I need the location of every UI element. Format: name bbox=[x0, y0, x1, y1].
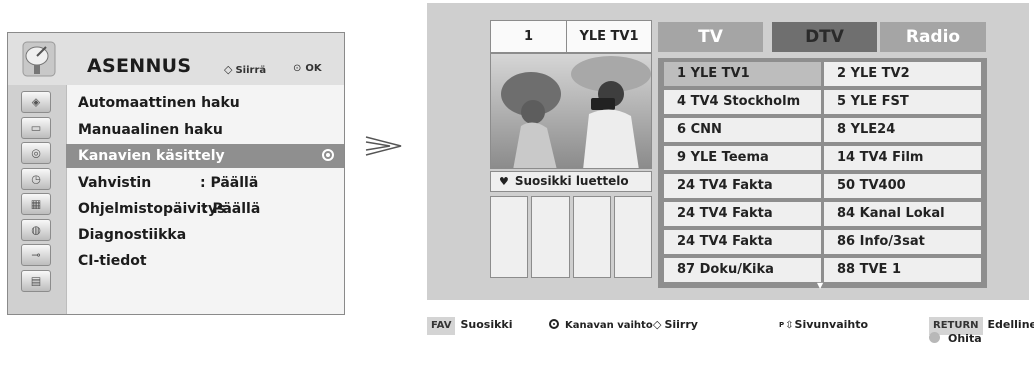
channel-item[interactable]: 87 Doku/Kika bbox=[664, 258, 821, 282]
scroll-down-arrow-icon[interactable]: ▼ bbox=[817, 281, 823, 290]
fav-key-icon: FAV bbox=[427, 317, 456, 335]
menu-item-value: : Päällä bbox=[202, 201, 261, 217]
legend-page-change: P⇳Sivunvaihto bbox=[779, 316, 868, 335]
menu-title: ASENNUS bbox=[87, 55, 192, 77]
preview-photo bbox=[491, 54, 651, 168]
menu-item-ci-info[interactable]: CI-tiedot bbox=[66, 249, 344, 273]
menu-item-label: Automaattinen haku bbox=[78, 95, 240, 111]
channel-list: 1 YLE TV1 2 YLE TV2 4 TV4 Stockholm 5 YL… bbox=[658, 58, 987, 288]
channel-item[interactable]: 8 YLE24 bbox=[824, 118, 981, 142]
menu-item-label: Diagnostiikka bbox=[78, 227, 187, 243]
menu-item-auto-search[interactable]: Automaattinen haku bbox=[66, 91, 344, 115]
setup-menu: ASENNUS ◇ Siirrä ⊙ OK ◈ ▭ ◎ ◷ ▦ ◍ ⊸ ▤ Auto… bbox=[7, 32, 345, 315]
legend-channel-change: Kanavan vaihto bbox=[549, 316, 653, 335]
channel-item[interactable]: 4 TV4 Stockholm bbox=[664, 90, 821, 114]
plug-icon[interactable]: ⊸ bbox=[21, 244, 51, 266]
channel-item[interactable]: 24 TV4 Fakta bbox=[664, 174, 821, 198]
channel-item[interactable]: 6 CNN bbox=[664, 118, 821, 142]
ok-hint-label: OK bbox=[305, 63, 322, 74]
p-key-icon: P bbox=[779, 321, 785, 329]
current-channel-name: YLE TV1 bbox=[566, 20, 652, 53]
channel-item[interactable]: 2 YLE TV2 bbox=[824, 62, 981, 86]
ok-hint: ⊙ OK bbox=[293, 63, 322, 74]
ok-button-icon: ⊙ bbox=[293, 63, 302, 74]
heart-icon: ♥ bbox=[499, 175, 509, 188]
move-hint: ◇ Siirrä bbox=[224, 63, 266, 76]
ok-button-icon bbox=[549, 319, 559, 329]
page-up-down-icon: ⇳ bbox=[785, 320, 794, 331]
next-step-arrow-icon bbox=[365, 136, 402, 156]
menu-item-value: : Päällä bbox=[200, 175, 259, 191]
grey-button-icon bbox=[929, 332, 940, 343]
channel-item[interactable]: 14 TV4 Film bbox=[824, 146, 981, 170]
channel-item[interactable]: 1 YLE TV1 bbox=[664, 62, 821, 86]
favourite-slot[interactable] bbox=[490, 196, 529, 278]
menu-item-channel-edit[interactable]: Kanavien käsittely bbox=[66, 144, 344, 168]
legend-label: Sivunvaihto bbox=[794, 318, 869, 331]
menu-item-software-update[interactable]: Ohjelmistopäivitys : Päällä bbox=[66, 197, 344, 221]
menu-header: ASENNUS ◇ Siirrä ⊙ OK bbox=[8, 33, 344, 85]
channel-item[interactable]: 24 TV4 Fakta bbox=[664, 202, 821, 226]
menu-item-manual-search[interactable]: Manuaalinen haku bbox=[66, 118, 344, 142]
favourite-slot[interactable] bbox=[572, 196, 611, 278]
padlock-icon[interactable]: ◍ bbox=[21, 219, 51, 241]
menu-item-label: Vahvistin bbox=[78, 175, 152, 191]
card-icon[interactable]: ▤ bbox=[21, 270, 51, 292]
favourite-slot[interactable] bbox=[531, 196, 570, 278]
channel-item[interactable]: 84 Kanal Lokal bbox=[824, 202, 981, 226]
lock-calendar-icon[interactable]: ▦ bbox=[21, 193, 51, 215]
legend-move: ◇ Siirry bbox=[653, 316, 698, 334]
channel-item[interactable]: 24 TV4 Fakta bbox=[664, 230, 821, 254]
menu-icon-column: ◈ ▭ ◎ ◷ ▦ ◍ ⊸ ▤ bbox=[8, 85, 67, 314]
menu-item-label: CI-tiedot bbox=[78, 253, 147, 269]
legend-favourite: FAV Suosikki bbox=[427, 316, 513, 335]
tab-tv[interactable]: TV bbox=[658, 22, 763, 52]
current-channel-number: 1 bbox=[490, 20, 567, 53]
four-way-arrow-icon: ◇ bbox=[224, 63, 233, 76]
channel-preview-image bbox=[490, 53, 652, 169]
menu-item-label: Kanavien käsittely bbox=[78, 148, 225, 164]
clock-icon[interactable]: ◷ bbox=[21, 168, 51, 190]
tab-radio[interactable]: Radio bbox=[880, 22, 986, 52]
move-hint-label: Siirrä bbox=[235, 65, 267, 76]
antenna-icon[interactable]: ◈ bbox=[21, 91, 51, 113]
screen-icon[interactable]: ▭ bbox=[21, 117, 51, 139]
channel-edit-panel: 1 YLE TV1 ♥ Suosikki luettelo TV DTV Rad… bbox=[427, 3, 1029, 300]
legend-label: Suosikki bbox=[460, 318, 513, 331]
selected-radio-icon bbox=[322, 149, 334, 161]
favourites-label: Suosikki luettelo bbox=[514, 174, 629, 188]
channel-item[interactable]: 5 YLE FST bbox=[824, 90, 981, 114]
satellite-dish-icon bbox=[22, 41, 56, 77]
tab-dtv[interactable]: DTV bbox=[772, 22, 877, 52]
menu-item-diagnostics[interactable]: Diagnostiikka bbox=[66, 223, 344, 247]
menu-item-booster[interactable]: Vahvistin : Päällä bbox=[66, 171, 344, 195]
disc-icon[interactable]: ◎ bbox=[21, 142, 51, 164]
favourites-list-header[interactable]: ♥ Suosikki luettelo bbox=[490, 171, 652, 192]
legend-label: Siirry bbox=[664, 318, 698, 331]
channel-item[interactable]: 86 Info/3sat bbox=[824, 230, 981, 254]
menu-item-label: Manuaalinen haku bbox=[78, 122, 223, 138]
four-way-arrow-icon: ◇ bbox=[653, 318, 662, 331]
channel-item[interactable]: 9 YLE Teema bbox=[664, 146, 821, 170]
favourite-slot[interactable] bbox=[613, 196, 652, 278]
favourites-slots bbox=[490, 196, 652, 278]
legend-label: Ohita bbox=[948, 332, 982, 345]
legend-label: Edellinen bbox=[987, 318, 1034, 331]
legend-skip: Ohita bbox=[929, 330, 982, 348]
channel-item[interactable]: 50 TV400 bbox=[824, 174, 981, 198]
channel-item[interactable]: 88 TVE 1 bbox=[824, 258, 981, 282]
legend-label: Kanavan vaihto bbox=[565, 320, 653, 331]
